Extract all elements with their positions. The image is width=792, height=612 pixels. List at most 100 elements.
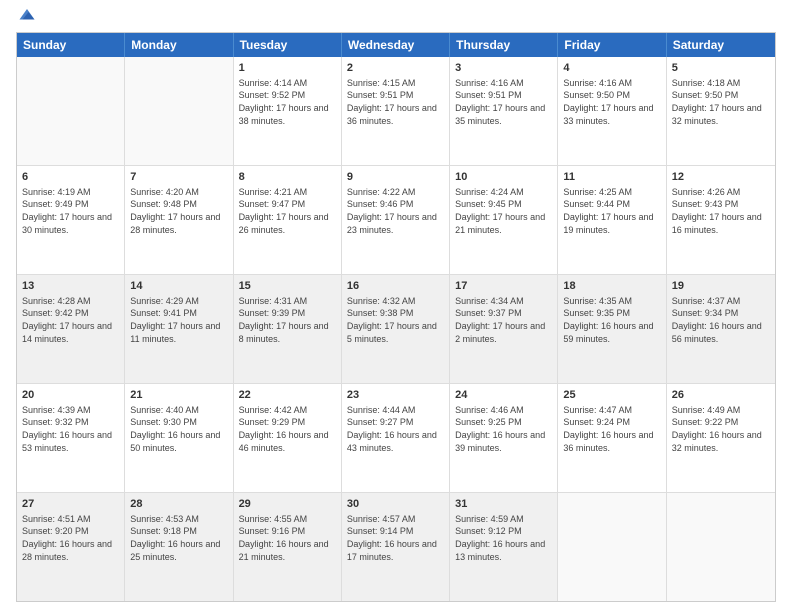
calendar-cell: 5Sunrise: 4:18 AM Sunset: 9:50 PM Daylig… [667,57,775,165]
calendar-cell: 9Sunrise: 4:22 AM Sunset: 9:46 PM Daylig… [342,166,450,274]
calendar-cell: 12Sunrise: 4:26 AM Sunset: 9:43 PM Dayli… [667,166,775,274]
calendar-cell: 26Sunrise: 4:49 AM Sunset: 9:22 PM Dayli… [667,384,775,492]
day-info: Sunrise: 4:42 AM Sunset: 9:29 PM Dayligh… [239,404,336,454]
day-number: 27 [22,497,119,512]
calendar-week-1: 1Sunrise: 4:14 AM Sunset: 9:52 PM Daylig… [17,57,775,166]
header-day-wednesday: Wednesday [342,33,450,57]
day-number: 15 [239,279,336,294]
calendar: SundayMondayTuesdayWednesdayThursdayFrid… [16,32,776,602]
day-number: 23 [347,388,444,403]
calendar-cell: 25Sunrise: 4:47 AM Sunset: 9:24 PM Dayli… [558,384,666,492]
header-day-tuesday: Tuesday [234,33,342,57]
day-info: Sunrise: 4:59 AM Sunset: 9:12 PM Dayligh… [455,513,552,563]
day-number: 18 [563,279,660,294]
day-info: Sunrise: 4:44 AM Sunset: 9:27 PM Dayligh… [347,404,444,454]
day-number: 9 [347,170,444,185]
calendar-cell: 24Sunrise: 4:46 AM Sunset: 9:25 PM Dayli… [450,384,558,492]
calendar-cell: 7Sunrise: 4:20 AM Sunset: 9:48 PM Daylig… [125,166,233,274]
day-info: Sunrise: 4:39 AM Sunset: 9:32 PM Dayligh… [22,404,119,454]
page: SundayMondayTuesdayWednesdayThursdayFrid… [0,0,792,612]
calendar-cell: 19Sunrise: 4:37 AM Sunset: 9:34 PM Dayli… [667,275,775,383]
day-number: 16 [347,279,444,294]
calendar-cell: 3Sunrise: 4:16 AM Sunset: 9:51 PM Daylig… [450,57,558,165]
calendar-cell: 20Sunrise: 4:39 AM Sunset: 9:32 PM Dayli… [17,384,125,492]
day-info: Sunrise: 4:18 AM Sunset: 9:50 PM Dayligh… [672,77,770,127]
day-info: Sunrise: 4:31 AM Sunset: 9:39 PM Dayligh… [239,295,336,345]
day-number: 25 [563,388,660,403]
day-info: Sunrise: 4:29 AM Sunset: 9:41 PM Dayligh… [130,295,227,345]
calendar-cell: 21Sunrise: 4:40 AM Sunset: 9:30 PM Dayli… [125,384,233,492]
calendar-cell: 31Sunrise: 4:59 AM Sunset: 9:12 PM Dayli… [450,493,558,601]
day-info: Sunrise: 4:46 AM Sunset: 9:25 PM Dayligh… [455,404,552,454]
header [16,10,776,24]
calendar-cell: 15Sunrise: 4:31 AM Sunset: 9:39 PM Dayli… [234,275,342,383]
day-info: Sunrise: 4:47 AM Sunset: 9:24 PM Dayligh… [563,404,660,454]
day-info: Sunrise: 4:26 AM Sunset: 9:43 PM Dayligh… [672,186,770,236]
day-number: 1 [239,61,336,76]
day-number: 10 [455,170,552,185]
day-info: Sunrise: 4:53 AM Sunset: 9:18 PM Dayligh… [130,513,227,563]
day-info: Sunrise: 4:55 AM Sunset: 9:16 PM Dayligh… [239,513,336,563]
day-number: 30 [347,497,444,512]
day-info: Sunrise: 4:32 AM Sunset: 9:38 PM Dayligh… [347,295,444,345]
header-day-sunday: Sunday [17,33,125,57]
calendar-week-5: 27Sunrise: 4:51 AM Sunset: 9:20 PM Dayli… [17,493,775,601]
day-info: Sunrise: 4:20 AM Sunset: 9:48 PM Dayligh… [130,186,227,236]
calendar-week-2: 6Sunrise: 4:19 AM Sunset: 9:49 PM Daylig… [17,166,775,275]
calendar-cell: 29Sunrise: 4:55 AM Sunset: 9:16 PM Dayli… [234,493,342,601]
day-number: 3 [455,61,552,76]
day-info: Sunrise: 4:28 AM Sunset: 9:42 PM Dayligh… [22,295,119,345]
calendar-cell [558,493,666,601]
calendar-cell [125,57,233,165]
header-day-monday: Monday [125,33,233,57]
calendar-cell: 6Sunrise: 4:19 AM Sunset: 9:49 PM Daylig… [17,166,125,274]
day-number: 17 [455,279,552,294]
calendar-cell: 13Sunrise: 4:28 AM Sunset: 9:42 PM Dayli… [17,275,125,383]
calendar-week-3: 13Sunrise: 4:28 AM Sunset: 9:42 PM Dayli… [17,275,775,384]
calendar-cell: 8Sunrise: 4:21 AM Sunset: 9:47 PM Daylig… [234,166,342,274]
logo-icon [18,6,36,24]
day-number: 4 [563,61,660,76]
day-number: 12 [672,170,770,185]
day-number: 7 [130,170,227,185]
day-number: 5 [672,61,770,76]
header-day-saturday: Saturday [667,33,775,57]
day-info: Sunrise: 4:16 AM Sunset: 9:50 PM Dayligh… [563,77,660,127]
day-info: Sunrise: 4:40 AM Sunset: 9:30 PM Dayligh… [130,404,227,454]
day-number: 6 [22,170,119,185]
day-info: Sunrise: 4:49 AM Sunset: 9:22 PM Dayligh… [672,404,770,454]
calendar-cell: 1Sunrise: 4:14 AM Sunset: 9:52 PM Daylig… [234,57,342,165]
day-info: Sunrise: 4:22 AM Sunset: 9:46 PM Dayligh… [347,186,444,236]
day-number: 28 [130,497,227,512]
day-number: 29 [239,497,336,512]
calendar-cell: 27Sunrise: 4:51 AM Sunset: 9:20 PM Dayli… [17,493,125,601]
calendar-cell: 30Sunrise: 4:57 AM Sunset: 9:14 PM Dayli… [342,493,450,601]
day-number: 24 [455,388,552,403]
day-number: 22 [239,388,336,403]
calendar-cell [17,57,125,165]
calendar-cell: 18Sunrise: 4:35 AM Sunset: 9:35 PM Dayli… [558,275,666,383]
calendar-header: SundayMondayTuesdayWednesdayThursdayFrid… [17,33,775,57]
calendar-cell: 2Sunrise: 4:15 AM Sunset: 9:51 PM Daylig… [342,57,450,165]
calendar-cell: 14Sunrise: 4:29 AM Sunset: 9:41 PM Dayli… [125,275,233,383]
calendar-cell: 10Sunrise: 4:24 AM Sunset: 9:45 PM Dayli… [450,166,558,274]
day-info: Sunrise: 4:24 AM Sunset: 9:45 PM Dayligh… [455,186,552,236]
day-info: Sunrise: 4:57 AM Sunset: 9:14 PM Dayligh… [347,513,444,563]
day-number: 8 [239,170,336,185]
day-number: 11 [563,170,660,185]
calendar-cell: 28Sunrise: 4:53 AM Sunset: 9:18 PM Dayli… [125,493,233,601]
day-info: Sunrise: 4:14 AM Sunset: 9:52 PM Dayligh… [239,77,336,127]
calendar-cell [667,493,775,601]
calendar-week-4: 20Sunrise: 4:39 AM Sunset: 9:32 PM Dayli… [17,384,775,493]
day-info: Sunrise: 4:51 AM Sunset: 9:20 PM Dayligh… [22,513,119,563]
day-info: Sunrise: 4:21 AM Sunset: 9:47 PM Dayligh… [239,186,336,236]
day-info: Sunrise: 4:37 AM Sunset: 9:34 PM Dayligh… [672,295,770,345]
day-number: 19 [672,279,770,294]
day-number: 13 [22,279,119,294]
day-info: Sunrise: 4:16 AM Sunset: 9:51 PM Dayligh… [455,77,552,127]
day-info: Sunrise: 4:19 AM Sunset: 9:49 PM Dayligh… [22,186,119,236]
calendar-cell: 16Sunrise: 4:32 AM Sunset: 9:38 PM Dayli… [342,275,450,383]
day-info: Sunrise: 4:15 AM Sunset: 9:51 PM Dayligh… [347,77,444,127]
day-info: Sunrise: 4:34 AM Sunset: 9:37 PM Dayligh… [455,295,552,345]
header-day-friday: Friday [558,33,666,57]
